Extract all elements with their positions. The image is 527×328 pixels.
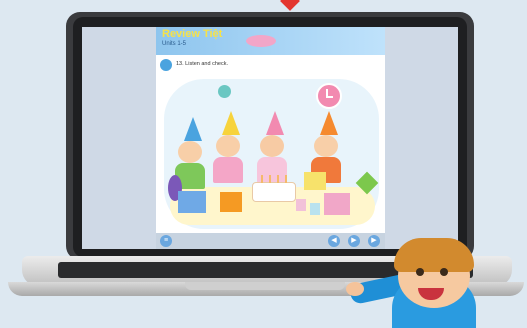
- kid-3: [257, 111, 287, 183]
- kid-2: [213, 111, 243, 183]
- kid-1: [175, 117, 205, 189]
- cup: [296, 199, 306, 211]
- exercise-instruction: 13. Listen and check.: [176, 61, 228, 67]
- birthday-cake: [252, 175, 296, 202]
- whale-illustration: [246, 35, 276, 47]
- menu-icon[interactable]: ≡: [160, 235, 172, 247]
- blue-gift-box: [178, 191, 206, 213]
- trackpad: [185, 282, 345, 290]
- audio-play-icon[interactable]: [160, 59, 172, 71]
- yellow-gift-box: [304, 172, 326, 190]
- back-icon[interactable]: ◀: [328, 235, 340, 247]
- forward-icon[interactable]: ▶: [368, 235, 380, 247]
- lesson-subtitle: Units 1-5: [162, 41, 187, 47]
- heart-decoration: [280, 0, 300, 11]
- orange-square-shape: [220, 192, 242, 212]
- boy-hand: [346, 282, 364, 296]
- lesson-banner: Review Tiệt Units 1-5: [156, 27, 385, 55]
- boy-hair: [394, 238, 474, 272]
- lesson-page: Review Tiệt Units 1-5 13. Listen and che…: [156, 27, 385, 249]
- clock-hand: [326, 96, 333, 98]
- player-toolbar: ≡ ◀ ▶ ▶: [156, 233, 385, 249]
- boy-eye: [416, 268, 424, 276]
- cup: [310, 203, 320, 215]
- lesson-title: Review Tiệt: [162, 28, 223, 40]
- play-icon[interactable]: ▶: [348, 235, 360, 247]
- pink-gift-box: [324, 193, 350, 215]
- ball-illustration: [218, 85, 231, 98]
- boy-eye: [440, 268, 448, 276]
